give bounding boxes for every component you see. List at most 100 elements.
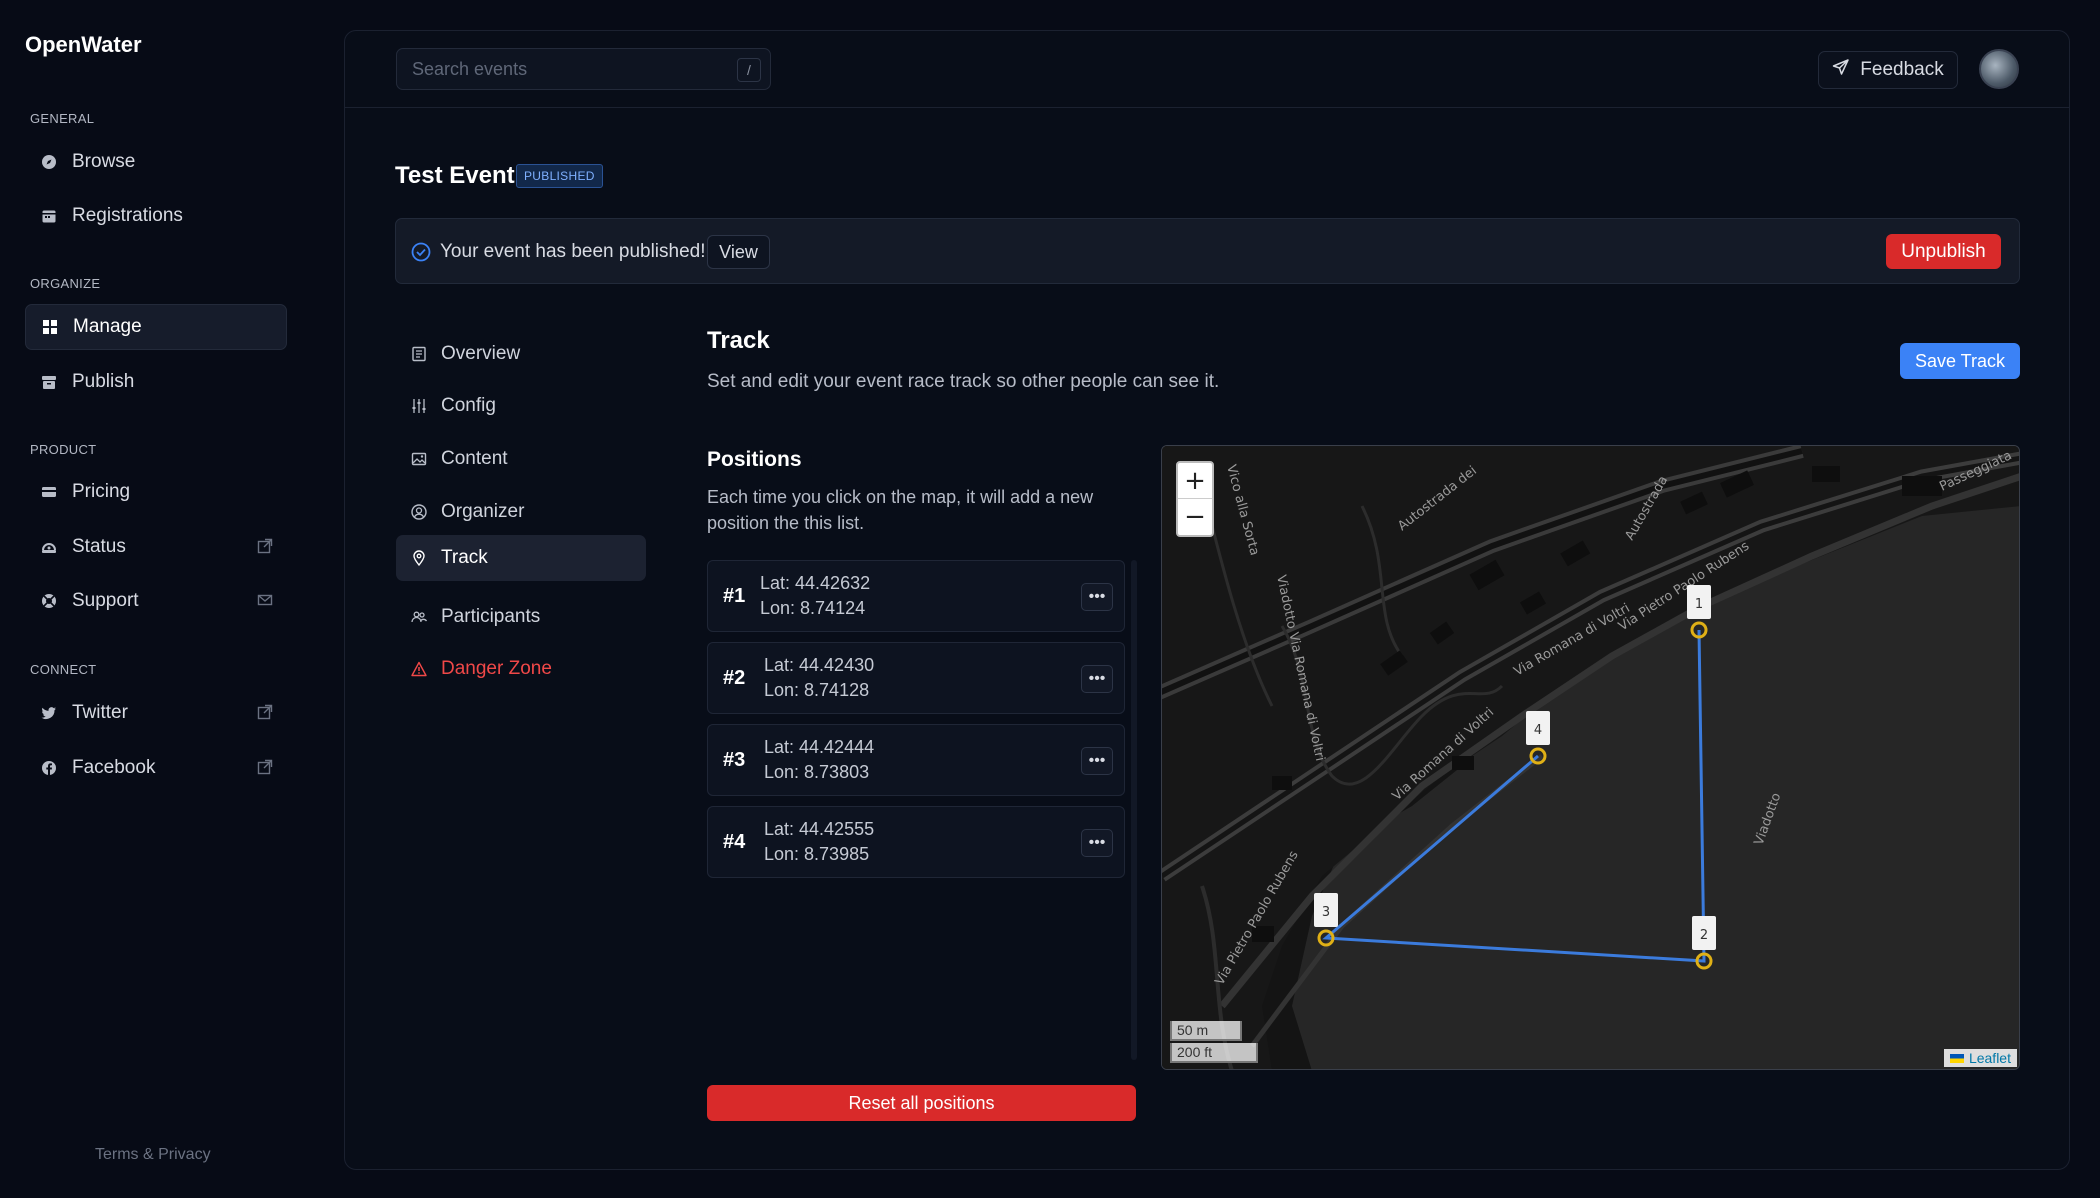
tab-danger-zone[interactable]: Danger Zone — [396, 646, 646, 692]
sidebar-item-facebook[interactable]: Facebook — [25, 745, 287, 791]
sidebar-item-twitter[interactable]: Twitter — [25, 690, 287, 736]
position-number: #1 — [723, 585, 746, 607]
external-link-icon — [257, 538, 273, 554]
sidebar-item-label: Status — [72, 536, 126, 557]
map-pin-icon — [410, 549, 428, 567]
map-tiles[interactable]: Via Pietro Paolo Rubens Via Romana di Vo… — [1162, 446, 2020, 1070]
tab-track[interactable]: Track — [396, 535, 646, 581]
section-title: Track — [707, 327, 770, 354]
document-icon — [410, 345, 428, 363]
scale-imperial: 200 ft — [1170, 1043, 1258, 1063]
tab-label: Content — [441, 448, 508, 469]
lifebuoy-icon — [40, 592, 58, 610]
list-item: #4 Lat: 44.42555 Lon: 8.73985 ••• — [707, 806, 1125, 878]
list-item: #2 Lat: 44.42430 Lon: 8.74128 ••• — [707, 642, 1125, 714]
ellipsis-icon: ••• — [1088, 670, 1106, 687]
marker-label: 2 — [1700, 928, 1708, 943]
top-bar: Search events / Feedback — [345, 31, 2069, 108]
banner-message: Your event has been published! — [440, 241, 706, 262]
sidebar-item-label: Pricing — [72, 481, 131, 502]
position-number: #3 — [723, 749, 746, 771]
section-title-connect: CONNECT — [30, 662, 97, 677]
sidebar: OpenWater GENERAL Browse Registrations O… — [0, 0, 320, 1198]
more-options-button[interactable]: ••• — [1081, 583, 1113, 611]
more-options-button[interactable]: ••• — [1081, 747, 1113, 775]
compass-icon — [40, 153, 58, 171]
reset-positions-button[interactable]: Reset all positions — [707, 1085, 1136, 1121]
list-item: #3 Lat: 44.42444 Lon: 8.73803 ••• — [707, 724, 1125, 796]
tab-label: Overview — [441, 343, 521, 364]
sidebar-item-label: Facebook — [72, 757, 156, 778]
list-item: #1 Lat: 44.42632 Lon: 8.74124 ••• — [707, 560, 1125, 632]
position-lon: Lon: 8.73803 — [764, 762, 870, 782]
sidebar-item-manage[interactable]: Manage — [25, 304, 287, 350]
user-circle-icon — [410, 503, 428, 521]
positions-scrollbar[interactable] — [1131, 560, 1137, 1060]
position-lon: Lon: 8.74128 — [764, 680, 870, 700]
position-number: #4 — [723, 831, 746, 853]
zoom-in-button[interactable]: + — [1178, 463, 1212, 499]
app-logo[interactable]: OpenWater — [25, 32, 142, 58]
save-track-button[interactable]: Save Track — [1900, 343, 2020, 379]
position-number: #2 — [723, 667, 746, 689]
track-map[interactable]: Via Pietro Paolo Rubens Via Romana di Vo… — [1161, 445, 2020, 1070]
section-title-organize: ORGANIZE — [30, 276, 101, 291]
position-lon: Lon: 8.74124 — [760, 598, 866, 618]
sidebar-item-label: Publish — [72, 371, 135, 392]
sidebar-item-label: Registrations — [72, 205, 183, 226]
credit-card-icon — [40, 483, 58, 501]
image-icon — [410, 450, 428, 468]
warning-icon — [410, 660, 428, 678]
tab-label: Participants — [441, 606, 541, 627]
unpublish-button[interactable]: Unpublish — [1886, 234, 2001, 269]
terms-privacy-link[interactable]: Terms & Privacy — [95, 1146, 211, 1164]
sidebar-item-publish[interactable]: Publish — [25, 359, 287, 405]
published-banner: Your event has been published! View Unpu… — [395, 218, 2020, 284]
grid-icon — [41, 318, 59, 336]
zoom-control: + − — [1176, 461, 1214, 537]
ellipsis-icon: ••• — [1088, 834, 1106, 851]
sidebar-item-status[interactable]: Status — [25, 524, 287, 570]
more-options-button[interactable]: ••• — [1081, 829, 1113, 857]
external-link-icon — [257, 759, 273, 775]
position-lon: Lon: 8.73985 — [764, 844, 870, 864]
zoom-out-button[interactable]: − — [1178, 499, 1212, 535]
sidebar-item-pricing[interactable]: Pricing — [25, 469, 287, 515]
sidebar-item-label: Manage — [73, 316, 142, 337]
position-lat: Lat: 44.42444 — [764, 737, 875, 757]
section-title-product: PRODUCT — [30, 442, 97, 457]
status-badge: PUBLISHED — [516, 164, 603, 188]
marker-label: 3 — [1322, 905, 1330, 920]
check-circle-icon — [411, 242, 431, 267]
section-description: Set and edit your event race track so ot… — [707, 371, 1220, 392]
sidebar-item-registrations[interactable]: Registrations — [25, 193, 287, 239]
users-icon — [410, 608, 428, 626]
tab-label: Config — [441, 395, 496, 416]
mail-icon — [257, 592, 273, 608]
tab-config[interactable]: Config — [396, 383, 646, 429]
sidebar-item-browse[interactable]: Browse — [25, 139, 287, 185]
sidebar-item-support[interactable]: Support — [25, 578, 287, 624]
search-input[interactable]: Search events / — [396, 48, 771, 90]
external-link-icon — [257, 704, 273, 720]
sidebar-item-label: Twitter — [72, 702, 128, 723]
feedback-button[interactable]: Feedback — [1818, 51, 1958, 89]
tab-organizer[interactable]: Organizer — [396, 489, 646, 535]
sliders-icon — [410, 397, 428, 415]
map-attribution[interactable]: Leaflet — [1943, 1049, 2017, 1067]
search-placeholder: Search events — [412, 58, 528, 79]
view-button[interactable]: View — [707, 235, 770, 269]
avatar[interactable] — [1979, 49, 2019, 89]
facebook-icon — [40, 759, 58, 777]
tab-participants[interactable]: Participants — [396, 594, 646, 640]
tab-content[interactable]: Content — [396, 436, 646, 482]
more-options-button[interactable]: ••• — [1081, 665, 1113, 693]
tab-overview[interactable]: Overview — [396, 331, 646, 377]
marker-label: 1 — [1695, 597, 1703, 612]
scale-metric: 50 m — [1170, 1021, 1242, 1041]
section-title-general: GENERAL — [30, 111, 95, 126]
position-lat: Lat: 44.42430 — [764, 655, 875, 675]
calendar-icon — [40, 207, 58, 225]
tab-label: Track — [441, 547, 488, 568]
positions-list: #1 Lat: 44.42632 Lon: 8.74124 ••• #2 Lat… — [707, 560, 1137, 1064]
